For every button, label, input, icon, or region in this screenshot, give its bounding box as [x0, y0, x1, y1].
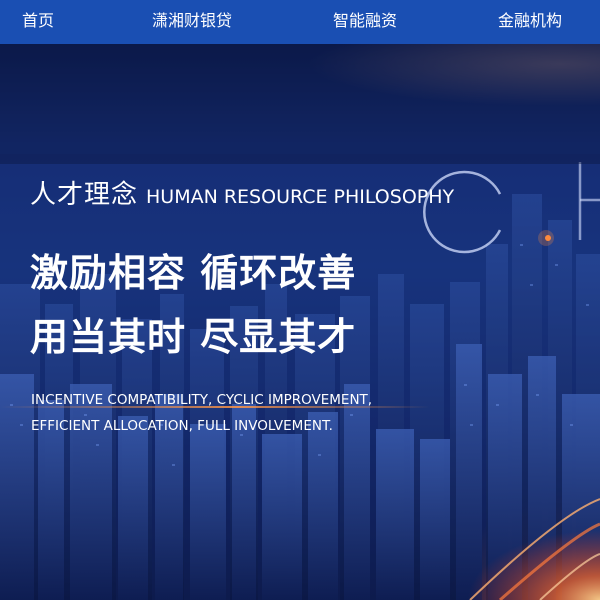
- english-slogan-line-2: EFFICIENT ALLOCATION, FULL INVOLVEMENT.: [31, 418, 333, 434]
- hero-banner: 人才理念 HUMAN RESOURCE PHILOSOPHY 激励相容 循环改善 …: [0, 44, 600, 600]
- nav-item-xiaoxiang-loan[interactable]: 潇湘财银贷: [152, 0, 232, 44]
- heading-chinese: 人才理念: [30, 180, 139, 210]
- page: 首页 潇湘财银贷 智能融资 金融机构 人才理念 HUMAN RESOURCE P…: [0, 0, 600, 600]
- nav-item-smart-financing[interactable]: 智能融资: [333, 0, 397, 44]
- nav-item-financial-institutions[interactable]: 金融机构: [498, 0, 562, 44]
- slogan-line-2: 用当其时 尽显其才: [30, 315, 357, 359]
- nav-item-home[interactable]: 首页: [22, 0, 54, 44]
- section-heading: 人才理念 HUMAN RESOURCE PHILOSOPHY: [30, 174, 454, 211]
- slogan-line-1: 激励相容 循环改善: [30, 251, 357, 295]
- heading-english: HUMAN RESOURCE PHILOSOPHY: [146, 186, 455, 208]
- english-slogan-line-1: INCENTIVE COMPATIBILITY, CYCLIC IMPROVEM…: [31, 392, 373, 408]
- top-navigation-bar: 首页 潇湘财银贷 智能融资 金融机构: [0, 0, 600, 44]
